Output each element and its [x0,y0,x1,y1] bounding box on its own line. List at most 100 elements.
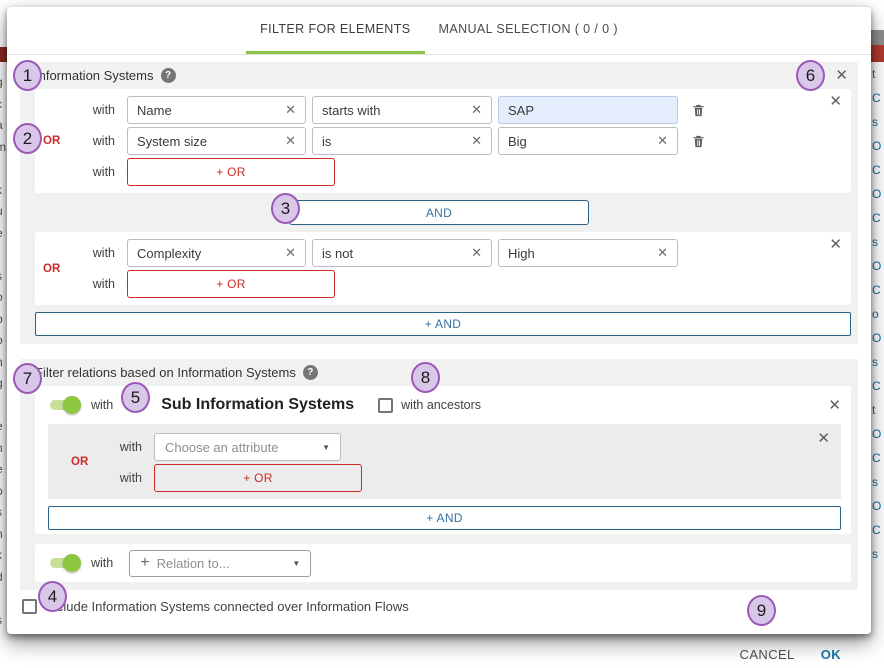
element-filter-section: Information Systems ? ✕ OR ✕ with Name ✕ [20,62,858,344]
remove-or-group-icon[interactable]: ✕ [829,237,842,252]
trash-icon [691,102,706,119]
annotation-circle-6: 6 [796,60,825,91]
section-title: Information Systems [35,68,154,83]
filter-dialog: FILTER FOR ELEMENTS MANUAL SELECTION ( 0… [7,7,871,634]
filter-row: with Choose an attribute ▼ [48,433,841,461]
value-field[interactable]: SAP [498,96,678,124]
tab-manual-selection[interactable]: MANUAL SELECTION ( 0 / 0 ) [425,7,632,54]
or-connector-label: OR [43,263,60,275]
add-or-button[interactable]: + OR [127,158,335,186]
with-label: with [35,277,121,291]
relation-card: with Sub Information Systems with ancest… [35,386,851,534]
with-label: with [48,471,148,485]
or-connector-label: OR [71,456,88,468]
or-group-card: OR ✕ with Complexity ✕ is not ✕ [35,232,851,305]
or-connector-label: OR [43,135,60,147]
delete-row-button[interactable] [691,102,706,119]
operator-value: is [322,134,331,149]
attribute-field[interactable]: Name ✕ [127,96,306,124]
add-or-button[interactable]: + OR [154,464,362,492]
relation-to-dropdown[interactable]: + Relation to... ▼ [129,550,311,577]
clear-field-icon[interactable]: ✕ [657,245,668,261]
annotation-circle-1: 1 [13,60,42,91]
annotation-circle-7: 7 [13,363,42,394]
value-text: Big [508,134,527,149]
page-background: g c a m i k u e r s o b o h g r e n e p … [0,0,884,646]
attribute-field[interactable]: Complexity ✕ [127,239,306,267]
help-icon[interactable]: ? [161,68,176,83]
with-label: with [35,103,121,117]
clear-field-icon[interactable]: ✕ [285,245,296,261]
annotation-circle-4: 4 [38,581,67,612]
clear-field-icon[interactable]: ✕ [285,133,296,149]
attribute-value: Name [137,103,172,118]
filter-row: with + OR [35,158,851,186]
attribute-field[interactable]: System size ✕ [127,127,306,155]
attribute-value: System size [137,134,207,149]
add-and-button[interactable]: + AND [35,312,851,336]
relation-toggle[interactable] [48,398,81,412]
plus-icon: + [140,554,149,572]
add-relation-card: with + Relation to... ▼ [35,544,851,582]
background-page-right-sliver: t C s O C O C s O C o O s C t O C s O C … [871,0,884,646]
toggle-knob-icon [63,396,81,414]
clear-field-icon[interactable]: ✕ [285,102,296,118]
add-and-button[interactable]: + AND [48,506,841,530]
filter-row: with + OR [48,464,841,492]
tab-filter-for-elements[interactable]: FILTER FOR ELEMENTS [246,7,424,54]
operator-field[interactable]: is ✕ [312,127,492,155]
filter-row: with System size ✕ is ✕ Big ✕ [35,127,851,155]
dialog-actions: CANCEL OK [20,641,858,668]
close-section-icon[interactable]: ✕ [835,68,848,83]
annotation-circle-3: 3 [271,193,300,224]
background-text-fragments: g c a m i k u e r s o b o h g r e n e p … [0,72,6,631]
annotation-circle-5: 5 [121,382,150,413]
background-gray-block [871,30,884,45]
clear-field-icon[interactable]: ✕ [471,133,482,149]
filter-row: with Name ✕ starts with ✕ SAP [35,96,851,124]
operator-field[interactable]: starts with ✕ [312,96,492,124]
with-ancestors-checkbox[interactable] [378,398,393,413]
annotation-circle-2: 2 [13,123,42,154]
dropdown-placeholder: Relation to... [157,556,230,571]
cancel-button[interactable]: CANCEL [732,641,803,668]
attribute-value: Complexity [137,246,201,261]
relation-attribute-panel: OR ✕ with Choose an attribute ▼ with + O… [48,424,841,499]
tab-label: MANUAL SELECTION ( 0 / 0 ) [439,22,618,36]
or-group-card: OR ✕ with Name ✕ starts with ✕ [35,89,851,193]
ok-button[interactable]: OK [813,641,849,668]
filter-row: with Complexity ✕ is not ✕ High ✕ [35,239,851,267]
chevron-down-icon: ▼ [322,443,330,452]
clear-field-icon[interactable]: ✕ [471,245,482,261]
clear-field-icon[interactable]: ✕ [471,102,482,118]
remove-relation-icon[interactable]: ✕ [828,398,841,413]
value-field[interactable]: High ✕ [498,239,678,267]
relation-toggle[interactable] [48,556,81,570]
chevron-down-icon: ▼ [292,559,300,568]
dialog-content: Information Systems ? ✕ OR ✕ with Name ✕ [7,55,871,668]
value-field[interactable]: Big ✕ [498,127,678,155]
with-label: with [91,556,113,570]
value-text: SAP [508,103,534,118]
relation-header-row: with Sub Information Systems with ancest… [35,390,851,420]
help-icon[interactable]: ? [303,365,318,380]
remove-or-group-icon[interactable]: ✕ [829,94,842,109]
dropdown-placeholder: Choose an attribute [165,440,278,455]
add-or-button[interactable]: + OR [127,270,335,298]
background-text-fragments: t C s O C O C s O C o O s C t O C s O C … [872,62,881,566]
choose-attribute-dropdown[interactable]: Choose an attribute ▼ [154,433,341,461]
operator-value: is not [322,246,353,261]
tab-label: FILTER FOR ELEMENTS [260,22,410,36]
and-connector-button[interactable]: AND [289,200,589,225]
include-information-flows-checkbox[interactable] [22,599,37,614]
delete-row-button[interactable] [691,133,706,150]
annotation-circle-9: 9 [747,595,776,626]
toggle-knob-icon [63,554,81,572]
relation-name: Sub Information Systems [161,396,354,414]
operator-value: starts with [322,103,381,118]
clear-field-icon[interactable]: ✕ [657,133,668,149]
operator-field[interactable]: is not ✕ [312,239,492,267]
include-information-flows-row[interactable]: Include Information Systems connected ov… [22,599,858,614]
remove-attribute-group-icon[interactable]: ✕ [817,431,830,446]
with-label: with [35,165,121,179]
